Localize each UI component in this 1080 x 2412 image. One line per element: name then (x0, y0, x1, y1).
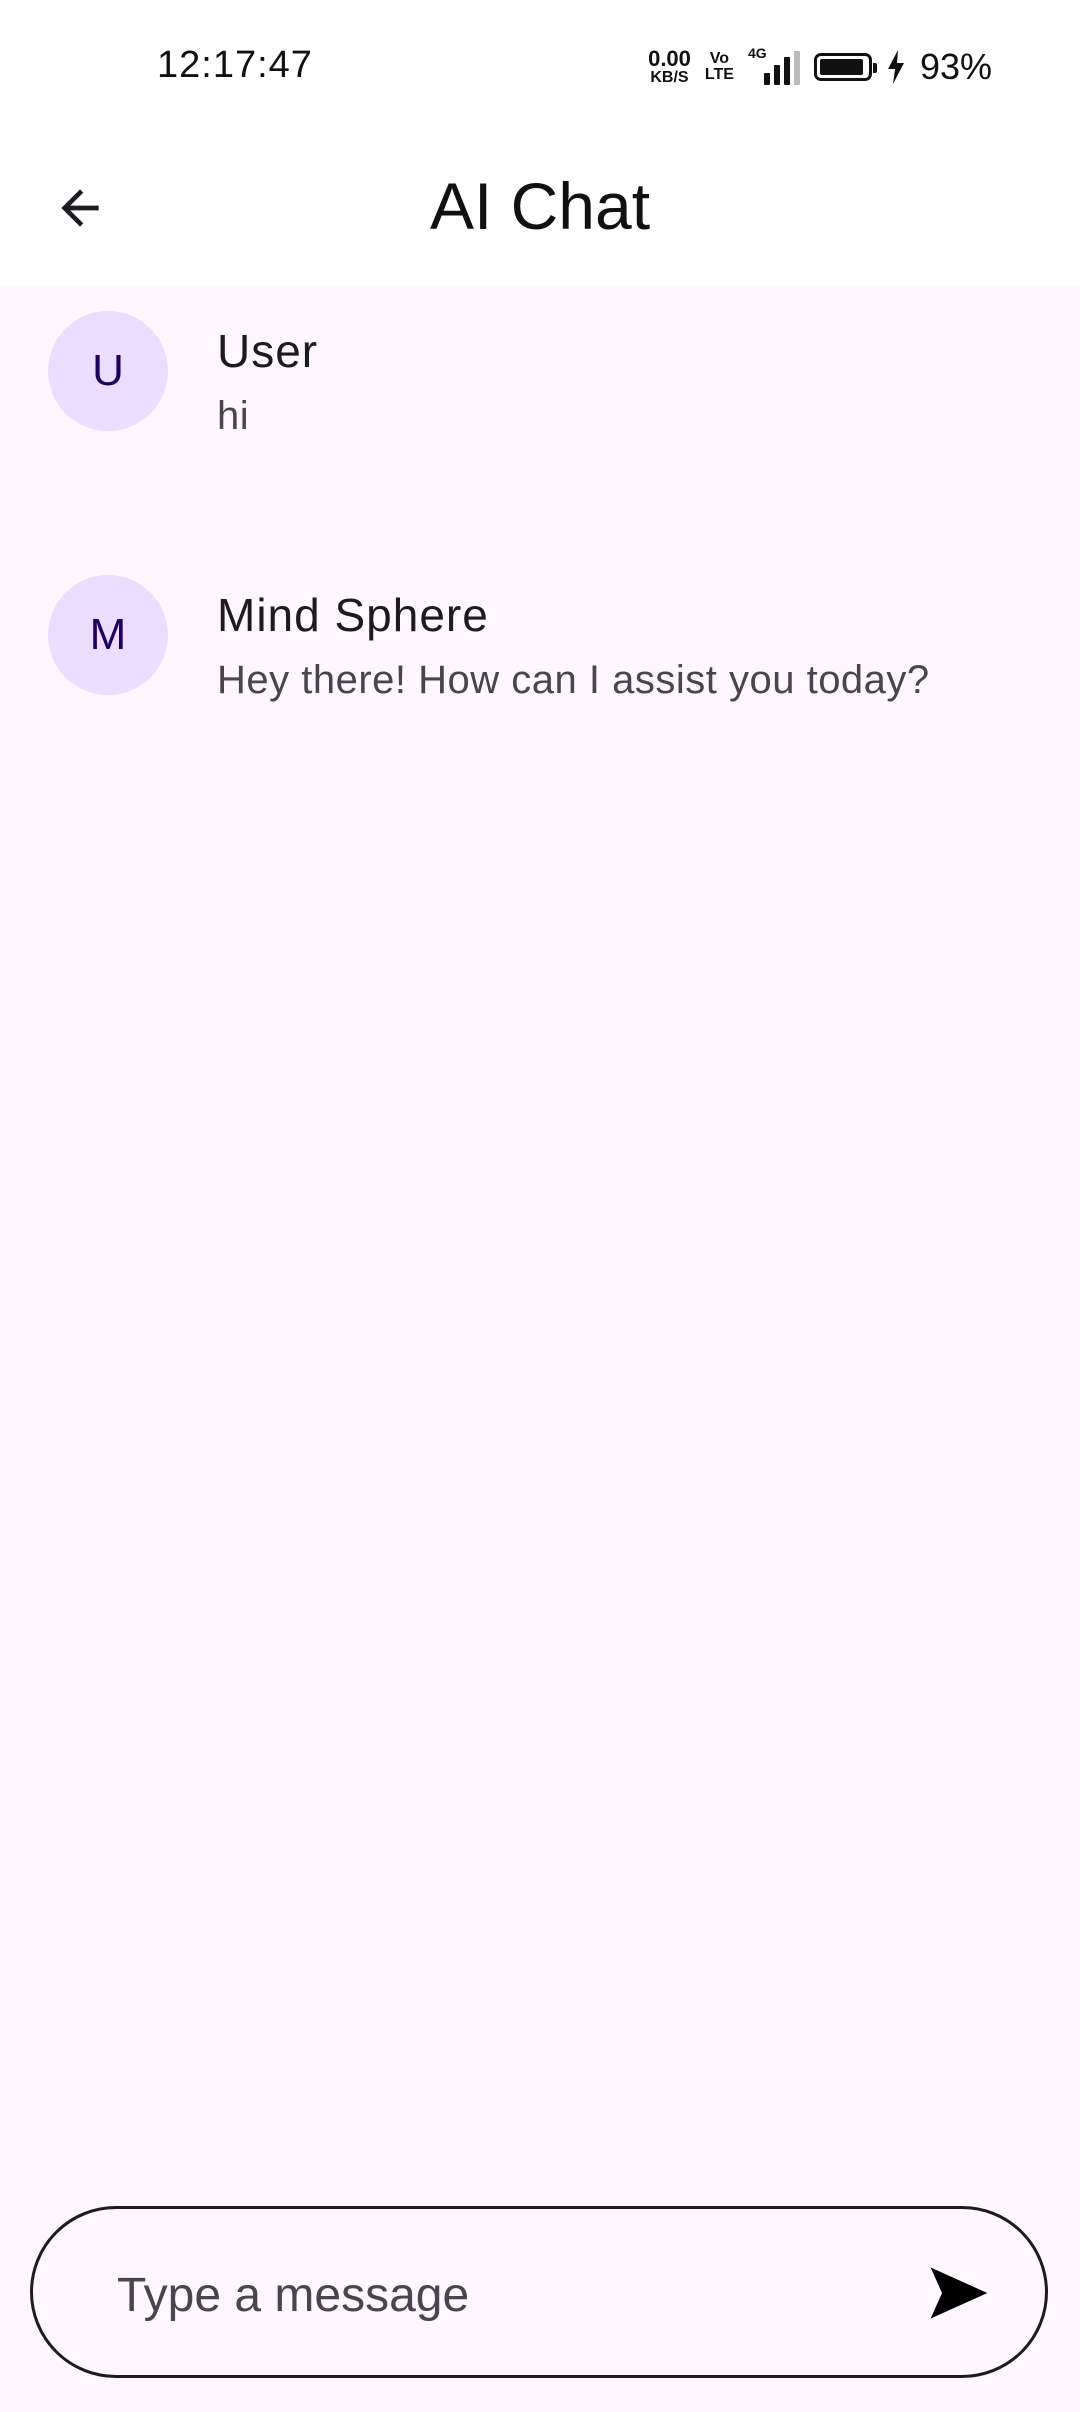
signal-icon: 4G (748, 45, 800, 85)
message-author: Mind Sphere (217, 589, 489, 641)
status-bar: 12:17:47 0.00 KB/S Vo LTE 4G 93% (0, 0, 1080, 130)
status-time: 12:17:47 (157, 44, 313, 86)
message-composer (30, 2206, 1048, 2378)
network-speed: 0.00 KB/S (648, 48, 691, 86)
charging-bolt-icon (887, 50, 904, 84)
message-text: Hey there! How can I assist you today? (217, 658, 930, 702)
message-item: M Mind Sphere Hey there! How can I assis… (0, 550, 1080, 750)
battery-percent: 93% (919, 46, 992, 87)
network-speed-unit: KB/S (650, 69, 689, 86)
send-button[interactable] (921, 2255, 997, 2331)
avatar: M (48, 575, 168, 695)
signal-bar (793, 51, 800, 85)
signal-bar (763, 73, 770, 85)
volte-icon: Vo LTE (705, 51, 734, 83)
message-text: hi (217, 394, 250, 438)
message-author: User (217, 325, 319, 377)
battery-fill (819, 59, 863, 75)
avatar: U (48, 311, 168, 431)
app-bar: AI Chat (0, 130, 1080, 286)
message-item: U User hi (0, 286, 1080, 486)
page-title: AI Chat (429, 169, 651, 243)
network-speed-value: 0.00 (648, 46, 691, 71)
signal-bar (773, 65, 780, 85)
message-input[interactable] (115, 2249, 879, 2341)
send-icon (930, 2267, 988, 2319)
volte-top-label: Vo (709, 50, 730, 67)
battery-icon (813, 53, 877, 81)
status-icons: 0.00 KB/S Vo LTE 4G 93% (648, 45, 992, 88)
signal-bar (783, 57, 790, 85)
network-type-label: 4G (747, 45, 767, 61)
volte-bottom-label: LTE (704, 66, 734, 83)
